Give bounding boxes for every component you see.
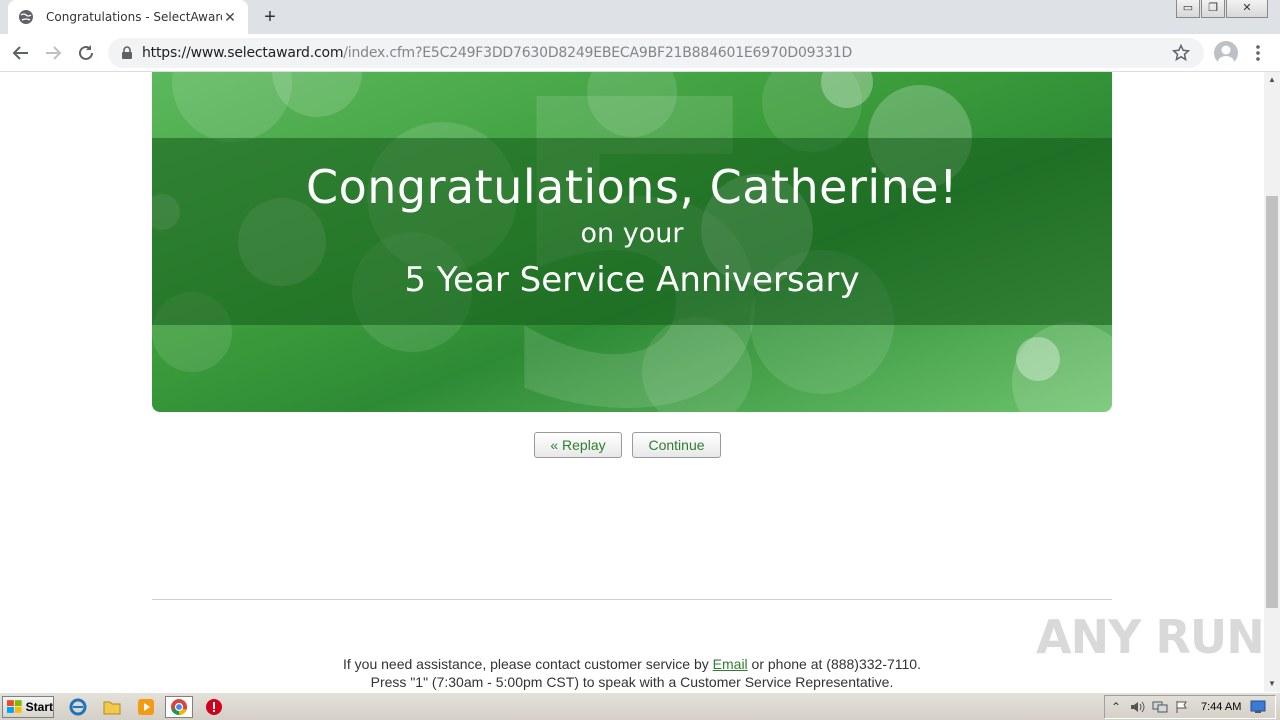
- new-tab-button[interactable]: +: [258, 5, 282, 29]
- bookmark-star-icon[interactable]: [1171, 43, 1191, 62]
- address-bar[interactable]: https://www.selectaward.com/index.cfm?E5…: [108, 38, 1204, 68]
- media-player-icon[interactable]: [132, 696, 160, 718]
- footer-assistance-line: If you need assistance, please contact c…: [152, 656, 1112, 672]
- minimize-button[interactable]: ▭: [1176, 0, 1200, 18]
- banner-subtitle: on your: [580, 218, 684, 249]
- tab-title: Congratulations - SelectAward.com: [46, 10, 222, 24]
- tray-expand-icon[interactable]: ⌃: [1105, 697, 1127, 717]
- kebab-menu-icon[interactable]: [1250, 42, 1266, 64]
- tab-close-icon[interactable]: ✕: [222, 9, 238, 26]
- windows-taskbar: Start ⌃ 7:44 AM: [0, 692, 1280, 720]
- close-window-button[interactable]: ✕: [1226, 0, 1268, 18]
- page-viewport: 5 Congratulations, Catherine! on your 5 …: [0, 72, 1264, 692]
- footer-divider: [152, 599, 1112, 600]
- chrome-taskbar-icon[interactable]: [165, 696, 193, 718]
- restore-button[interactable]: ❐: [1201, 0, 1225, 18]
- lock-icon: [120, 46, 134, 60]
- browser-tab-active[interactable]: Congratulations - SelectAward.com ✕: [8, 0, 248, 34]
- volume-icon[interactable]: [1127, 697, 1149, 717]
- scroll-down-arrow-icon[interactable]: ▼: [1264, 676, 1280, 692]
- internet-explorer-icon[interactable]: [64, 696, 92, 718]
- browser-toolbar: https://www.selectaward.com/index.cfm?E5…: [0, 34, 1280, 72]
- reload-button[interactable]: [73, 40, 99, 66]
- scroll-thumb[interactable]: [1266, 196, 1278, 608]
- system-tray: ⌃ 7:44 AM: [1104, 695, 1276, 719]
- reload-icon: [79, 45, 93, 60]
- url-text: https://www.selectaward.com/index.cfm?E5…: [142, 45, 852, 61]
- anniversary-title: 5 Year Service Anniversary: [404, 260, 860, 300]
- forward-button[interactable]: [40, 40, 66, 66]
- window-controls: ▭ ❐ ✕: [1175, 0, 1268, 18]
- arrow-right-icon: [46, 46, 62, 60]
- congratulations-heading: Congratulations, Catherine!: [305, 160, 959, 214]
- windows-logo-icon: [7, 700, 22, 713]
- start-label: Start: [25, 700, 53, 714]
- footer-phone-line: Press "1" (7:30am - 5:00pm CST) to speak…: [370, 674, 894, 690]
- url-path: /index.cfm?E5C249F3DD7630D8249EBECA9BF21…: [343, 45, 853, 61]
- profile-avatar-icon[interactable]: [1214, 41, 1238, 65]
- stop-sign-icon[interactable]: [200, 696, 228, 718]
- footer-text-after: or phone at (888)332-7110.: [747, 656, 921, 672]
- url-host: https://www.selectaward.com: [142, 45, 344, 61]
- start-button[interactable]: Start: [2, 696, 54, 718]
- continue-button[interactable]: Continue: [632, 432, 721, 458]
- back-button[interactable]: [8, 40, 34, 66]
- globe-icon: [18, 9, 34, 25]
- show-desktop-icon[interactable]: [1247, 697, 1269, 717]
- email-link[interactable]: Email: [713, 656, 748, 672]
- anniversary-banner: 5 Congratulations, Catherine! on your 5 …: [152, 72, 1112, 412]
- replay-button[interactable]: « Replay: [534, 432, 622, 458]
- scroll-up-arrow-icon[interactable]: ▲: [1264, 72, 1280, 88]
- anyrun-watermark: ANY RUN: [1036, 610, 1264, 664]
- arrow-left-icon: [12, 46, 28, 60]
- file-explorer-icon[interactable]: [98, 696, 126, 718]
- taskbar-clock[interactable]: 7:44 AM: [1201, 701, 1247, 713]
- network-icon[interactable]: [1149, 697, 1171, 717]
- tab-bar: Congratulations - SelectAward.com ✕ + ▭ …: [0, 0, 1280, 34]
- vertical-scrollbar[interactable]: ▲ ▼: [1264, 72, 1280, 692]
- footer-text-before: If you need assistance, please contact c…: [343, 656, 713, 672]
- action-center-flag-icon[interactable]: [1171, 697, 1193, 717]
